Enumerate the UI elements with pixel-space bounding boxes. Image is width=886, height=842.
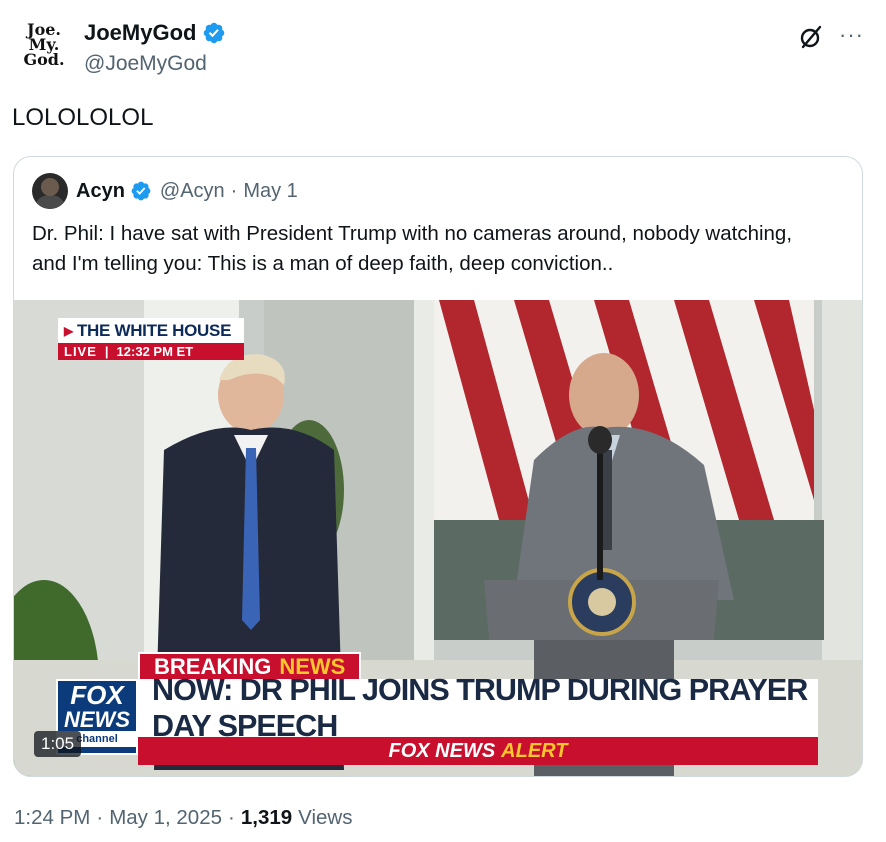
tweet-header: Joe. My. God. JoeMyGod @JoeMyGod ··· xyxy=(16,14,870,84)
quoted-author-display-name[interactable]: Acyn xyxy=(76,180,125,203)
quoted-meta-separator: · xyxy=(230,179,238,202)
quoted-tweet-text: Dr. Phil: I have sat with President Trum… xyxy=(32,222,793,275)
tweet-date[interactable]: May 1, 2025 xyxy=(109,806,222,830)
video-player[interactable]: ▶ THE WHITE HOUSE LIVE | 12:32 PM ET BRE… xyxy=(14,300,862,776)
live-time: 12:32 PM ET xyxy=(116,344,194,359)
quoted-author-handle[interactable]: @Acyn xyxy=(160,180,225,203)
tweet-time[interactable]: 1:24 PM xyxy=(14,806,90,830)
footer-separator-1: · xyxy=(96,806,104,829)
tweet-text: LOLOLOLOL xyxy=(12,104,154,131)
alert-label: ALERT xyxy=(501,739,568,762)
fox-news-alert-bar: FOX NEWS ALERT xyxy=(138,737,818,765)
verified-badge-icon xyxy=(131,181,151,201)
author-display-name-row[interactable]: JoeMyGod xyxy=(84,20,226,46)
video-duration-badge: 1:05 xyxy=(34,731,82,757)
headline-text: NOW: DR PHIL JOINS TRUMP DURING PRAYER D… xyxy=(152,672,808,743)
play-triangle-icon: ▶ xyxy=(64,324,73,338)
location-chyron: ▶ THE WHITE HOUSE LIVE | 12:32 PM ET xyxy=(58,318,244,360)
quoted-tweet-header: Acyn @Acyn · May 1 xyxy=(32,173,298,209)
location-title: ▶ THE WHITE HOUSE xyxy=(58,318,244,343)
author-name-block: JoeMyGod @JoeMyGod xyxy=(84,20,226,76)
footer-separator-2: · xyxy=(228,806,235,829)
news-headline: NOW: DR PHIL JOINS TRUMP DURING PRAYER D… xyxy=(138,672,818,743)
live-time-bar: LIVE | 12:32 PM ET xyxy=(58,343,244,360)
live-divider: | xyxy=(104,344,109,359)
author-display-name[interactable]: JoeMyGod xyxy=(84,20,196,46)
verified-badge-icon xyxy=(204,22,225,44)
fox-logo-line-2: NEWS xyxy=(64,707,130,732)
fox-logo-line-1: FOX xyxy=(70,680,124,710)
more-options-icon[interactable]: ··· xyxy=(839,22,864,48)
location-label: THE WHITE HOUSE xyxy=(76,321,232,340)
quoted-tweet-card[interactable]: Acyn @Acyn · May 1 Dr. Phil: I have sat … xyxy=(13,156,863,777)
quoted-tweet-date[interactable]: May 1 xyxy=(243,180,297,203)
tweet-footer: 1:24 PM · May 1, 2025 · 1,319 Views xyxy=(14,806,352,830)
live-label: LIVE xyxy=(64,344,97,359)
author-handle[interactable]: @JoeMyGod xyxy=(84,52,226,76)
author-avatar[interactable]: Joe. My. God. xyxy=(16,16,72,72)
grok-icon[interactable] xyxy=(798,24,824,50)
quoted-author-avatar[interactable] xyxy=(32,173,68,209)
views-count: 1,319 xyxy=(240,806,293,829)
views-label: Views xyxy=(298,806,353,829)
alert-brand: FOX NEWS xyxy=(388,739,496,762)
avatar-logo-line-3: God. xyxy=(23,50,65,69)
